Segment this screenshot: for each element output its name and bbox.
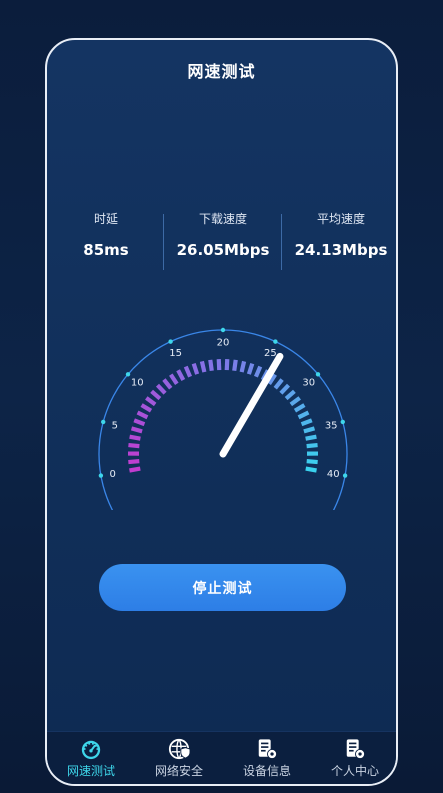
gauge-segment — [273, 378, 284, 390]
gauge-tick-label: 0 — [110, 469, 116, 480]
stop-test-button[interactable]: 停止测试 — [99, 564, 346, 611]
gauge-arc-dot — [340, 419, 345, 425]
download-speed-label: 下载速度 — [198, 212, 247, 226]
gauge-segment — [150, 389, 162, 401]
tab-label: 设备信息 — [242, 764, 291, 778]
gauge-tick-label: 30 — [302, 378, 315, 389]
latency-stat: 时延 85ms — [47, 210, 165, 259]
download-speed-value: 26.05Mbps — [176, 241, 270, 259]
gauge-segment — [239, 360, 247, 373]
gauge-segment — [306, 459, 318, 465]
gauge-segment — [162, 378, 173, 390]
latency-value: 85ms — [83, 241, 129, 259]
gauge-segment — [128, 442, 140, 449]
stats-panel: 时延 85ms 下载速度 26.05Mbps 平均速度 24.13Mbps — [47, 210, 396, 272]
gauge-arc-dot — [125, 372, 131, 377]
tab-personal-center[interactable]: 个人中心 — [311, 732, 396, 784]
gauge-segment — [145, 396, 157, 407]
gauge-tick-label: 40 — [327, 469, 340, 480]
gauge-segment — [303, 426, 316, 434]
gauge-segment — [246, 362, 255, 375]
gauge-segment — [305, 466, 317, 473]
gauge-arc-dot — [101, 419, 106, 425]
tab-network-security[interactable]: 网络安全 — [135, 732, 223, 784]
tab-speed-test[interactable]: 网速测试 — [47, 732, 135, 784]
gauge-arc-dot — [273, 339, 278, 344]
gauge-segment — [129, 434, 141, 441]
gauge-segment — [279, 383, 291, 395]
gauge-arc-dot — [98, 473, 104, 478]
gauge-arc-dot — [342, 473, 348, 478]
gauge-segment — [208, 359, 214, 372]
gauge-tick-label: 20 — [217, 338, 230, 349]
gauge-tick-label: 5 — [112, 421, 118, 432]
speedometer-icon — [81, 740, 101, 760]
gauge-segment — [129, 466, 141, 473]
gauge-segment — [253, 365, 263, 378]
bottom-tab-bar: 网速测试 网络安全 设备信息 个人中心 — [47, 731, 396, 784]
gauge-segment — [289, 396, 301, 407]
gauge-segment — [305, 434, 317, 441]
latency-label: 时延 — [93, 212, 118, 226]
gauge-segment — [130, 426, 143, 434]
gauge-segment — [128, 459, 140, 465]
gauge-arc-dot — [168, 339, 173, 344]
gauge-needle-tip — [251, 354, 282, 405]
gauge-segment — [136, 410, 149, 420]
phone-frame: 网速测试 时延 85ms 下载速度 26.05Mbps 平均速度 24.13Mb… — [45, 38, 398, 786]
gauge-segment — [176, 369, 186, 381]
gauge-tick-label: 10 — [131, 378, 144, 389]
average-speed-value: 24.13Mbps — [294, 241, 388, 259]
shield-icon — [168, 738, 191, 760]
tab-device-info[interactable]: 设备信息 — [223, 732, 311, 784]
gauge-tick-label: 15 — [169, 348, 182, 359]
gauge-segment — [191, 362, 200, 375]
gauge-segment — [169, 373, 179, 385]
gauge-segment — [306, 442, 318, 449]
average-speed-stat: 平均速度 24.13Mbps — [282, 210, 396, 259]
tab-label: 网速测试 — [66, 764, 115, 778]
gauge-segment — [293, 403, 306, 413]
gauge-segment — [140, 403, 153, 413]
gauge-segment — [232, 359, 238, 372]
gauge-arc-dot — [220, 327, 226, 333]
gauge-segment — [300, 418, 313, 427]
gauge-arc-dot — [315, 372, 321, 377]
gauge-segment — [183, 365, 193, 378]
user-settings-icon — [346, 739, 366, 760]
gauge-segment — [199, 360, 207, 373]
gauge-tick-label: 35 — [325, 421, 338, 432]
tab-label: 网络安全 — [154, 764, 203, 778]
gauge-tick-label: 25 — [264, 348, 277, 359]
gauge-segment — [284, 389, 296, 401]
device-settings-icon — [258, 739, 278, 760]
download-speed-stat: 下载速度 26.05Mbps — [164, 210, 282, 259]
speed-gauge: 0 5 10 15 20 25 30 35 40 — [98, 327, 348, 510]
gauge-segment — [297, 410, 310, 420]
average-speed-label: 平均速度 — [316, 212, 365, 226]
gauge-segment — [155, 383, 167, 395]
page-title: 网速测试 — [187, 62, 256, 81]
gauge-segment — [133, 418, 146, 427]
tab-label: 个人中心 — [330, 764, 379, 778]
